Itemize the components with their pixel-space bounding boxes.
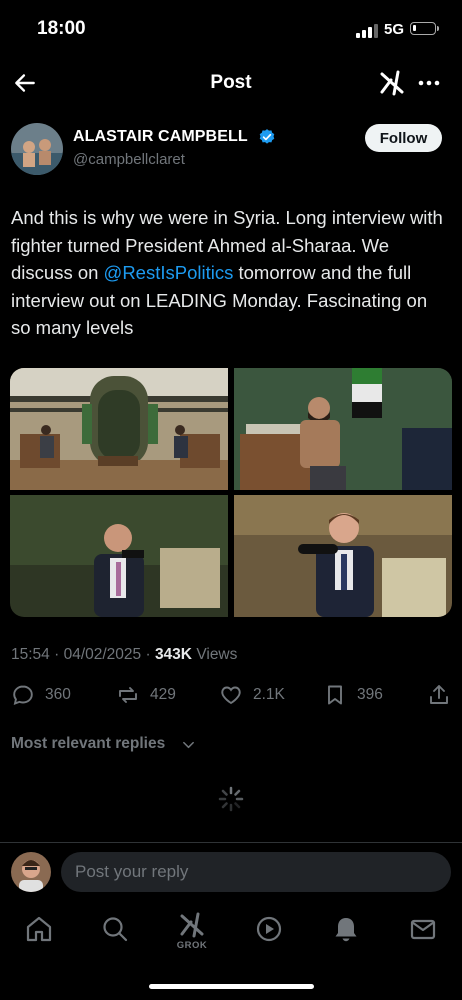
divider [0,842,462,843]
reply-icon [13,685,33,705]
battery-icon [410,22,439,35]
search-icon[interactable] [100,914,130,944]
author-handle[interactable]: @campbellclaret [73,151,185,168]
media-image-3[interactable] [10,495,228,617]
bookmark-icon [328,685,342,705]
status-time: 18:00 [37,18,86,39]
author-name[interactable]: ALASTAIR CAMPBELL [73,128,248,146]
reply-button[interactable]: 360 [11,683,71,707]
bookmark-button[interactable]: 396 [323,683,383,707]
share-icon [430,685,448,704]
bookmark-count: 396 [357,686,383,703]
reply-input[interactable]: Post your reply [61,852,451,892]
like-count: 2.1K [253,686,285,703]
repost-icon [119,687,137,703]
user-avatar[interactable] [11,852,51,892]
signal-icon [356,24,378,38]
media-grid [10,368,452,617]
follow-button[interactable]: Follow [365,124,442,152]
grok-label: GROK [176,940,208,951]
network-label: 5G [384,21,405,38]
home-icon[interactable] [24,914,54,944]
loading-spinner-icon [218,786,244,812]
video-icon[interactable] [254,914,284,944]
tweet-date: 04/02/2025 [63,646,142,663]
share-button[interactable] [427,683,451,707]
media-image-2[interactable] [234,368,452,490]
views-count: 343K [154,646,192,663]
messages-icon[interactable] [408,914,438,944]
tweet-time: 15:54 [11,646,50,663]
home-indicator [149,984,314,989]
media-image-1[interactable] [10,368,228,490]
heart-icon [221,686,241,705]
tweet-text: And this is why we were in Syria. Long i… [11,204,451,342]
grok-icon[interactable] [378,68,406,96]
repost-count: 429 [150,686,176,703]
views-label: Views [196,646,238,663]
more-options-icon[interactable] [416,70,442,96]
media-image-4[interactable] [234,495,452,617]
notifications-icon[interactable] [331,914,361,944]
replies-sort-label[interactable]: Most relevant replies [11,735,165,753]
mention-link[interactable]: @RestIsPolitics [104,262,234,283]
author-avatar[interactable] [11,123,63,175]
grok-nav-icon[interactable] [178,910,206,938]
reply-count: 360 [45,686,71,703]
like-button[interactable]: 2.1K [219,683,285,707]
tweet-meta: 15:54 · 04/02/2025 · 343K Views [11,646,238,663]
verified-badge-icon [259,129,275,144]
chevron-down-icon[interactable] [181,737,196,752]
repost-button[interactable]: 429 [116,683,176,707]
